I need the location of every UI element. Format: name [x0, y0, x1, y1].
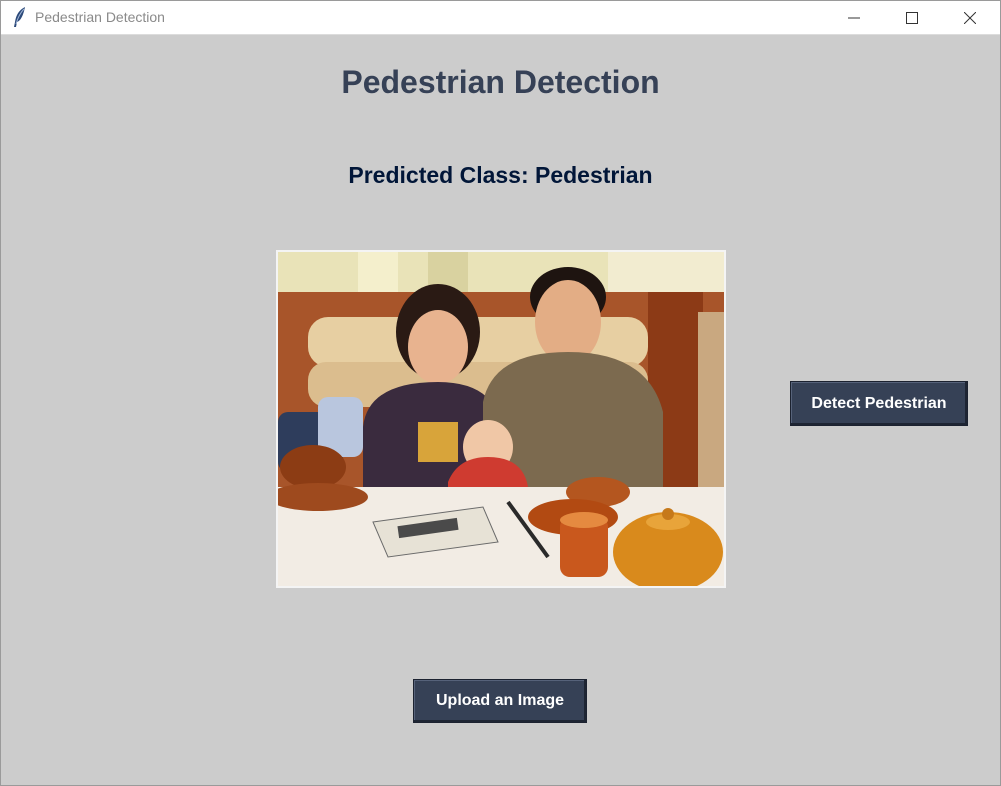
page-title: Pedestrian Detection [341, 64, 660, 100]
detect-pedestrian-button[interactable]: Detect Pedestrian [790, 381, 968, 426]
minimize-icon [848, 12, 860, 24]
close-button[interactable] [941, 1, 999, 34]
uploaded-image [276, 250, 726, 588]
title-bar[interactable]: Pedestrian Detection [1, 1, 1000, 35]
maximize-button[interactable] [883, 1, 941, 34]
feather-icon [11, 6, 29, 28]
window-title: Pedestrian Detection [35, 9, 165, 25]
maximize-icon [906, 11, 918, 24]
upload-image-button[interactable]: Upload an Image [413, 679, 587, 723]
prediction-label: Predicted Class: Pedestrian [348, 162, 653, 188]
minimize-button[interactable] [825, 1, 883, 34]
app-window: Pedestrian Detection Pedestrian Detectio… [0, 0, 1001, 786]
main-panel: Pedestrian Detection Predicted Class: Pe… [1, 35, 1000, 785]
close-icon [964, 11, 976, 24]
